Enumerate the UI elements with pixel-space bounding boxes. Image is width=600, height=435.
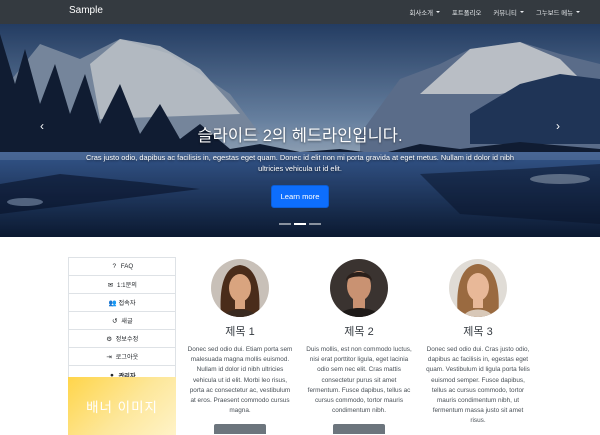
view-details-button[interactable]	[333, 424, 385, 435]
sidebar-item-label: 1:1문의	[117, 282, 137, 289]
users-icon: 👥	[108, 299, 117, 307]
view-details-button[interactable]	[214, 424, 266, 435]
nav-item-label: 회사소개	[409, 9, 433, 17]
sidebar-item-label: FAQ	[120, 263, 134, 270]
avatar-image-3	[449, 259, 507, 317]
gear-icon: ⚙	[106, 335, 113, 343]
avatar	[449, 259, 507, 317]
comments-icon: ✉	[107, 281, 114, 289]
sidebar-item-label: 접속자	[118, 300, 136, 307]
banner-image[interactable]: 배너 이미지	[68, 377, 176, 435]
sidebar-item-new-posts[interactable]: ↺ 새글	[69, 312, 175, 330]
navbar: Sample 회사소개 포트폴리오 커뮤니티 그누보드 메뉴	[0, 0, 600, 24]
question-icon: ?	[112, 263, 117, 270]
caret-down-icon	[576, 11, 580, 13]
feature-title: 제목 3	[463, 326, 493, 338]
caret-down-icon	[436, 11, 440, 13]
nav-item-label: 그누보드 메뉴	[535, 9, 573, 17]
carousel-indicator[interactable]	[279, 223, 291, 225]
feature-text: Donec sed odio dui. Cras justo odio, dap…	[426, 346, 530, 425]
nav-item-community[interactable]: 커뮤니티	[493, 8, 524, 17]
hero-carousel: ‹ › 슬라이드 2의 헤드라인입니다. Cras justo odio, da…	[0, 24, 600, 237]
feature-column: 제목 1 Donec sed odio dui. Etiam porta sem…	[181, 259, 299, 435]
history-icon: ↺	[112, 317, 118, 325]
feature-title: 제목 1	[225, 326, 255, 338]
sidebar-item-label: 새글	[121, 318, 133, 325]
sidebar-item-inquiry[interactable]: ✉ 1:1문의	[69, 276, 175, 294]
nav-item-portfolio[interactable]: 포트폴리오	[452, 8, 481, 17]
feature-column: 제목 3 Donec sed odio dui. Cras justo odio…	[419, 259, 537, 427]
sidebar-item-logout[interactable]: ⇥ 로그아웃	[69, 348, 175, 366]
carousel-caption: 슬라이드 2의 헤드라인입니다. Cras justo odio, dapibu…	[80, 122, 520, 208]
sidebar-item-label: 정보수정	[115, 336, 139, 343]
carousel-next-button[interactable]: ›	[556, 120, 560, 132]
sign-out-icon: ⇥	[106, 353, 112, 361]
avatar-image-2	[330, 259, 388, 317]
carousel-indicators	[279, 223, 321, 225]
sidebar-item-visitors[interactable]: 👥 접속자	[69, 294, 175, 312]
caret-down-icon	[519, 11, 524, 13]
nav-item-gnuboard[interactable]: 그누보드 메뉴	[536, 8, 580, 17]
nav-item-label: 포트폴리오	[452, 9, 482, 17]
feature-title: 제목 2	[344, 326, 374, 338]
feature-column: 제목 2 Duis mollis, est non commodo luctus…	[300, 259, 418, 435]
avatar	[211, 259, 269, 317]
carousel-indicator[interactable]	[309, 223, 321, 225]
carousel-heading: 슬라이드 2의 헤드라인입니다.	[197, 127, 403, 145]
carousel-indicator-active[interactable]	[294, 223, 306, 225]
nav-item-label: 커뮤니티	[493, 9, 517, 17]
feature-text: Duis mollis, est non commodo luctus, nis…	[306, 346, 412, 415]
carousel-text: Cras justo odio, dapibus ac facilisis in…	[85, 153, 515, 173]
carousel-prev-button[interactable]: ‹	[40, 120, 44, 132]
feature-text: Donec sed odio dui. Etiam porta sem male…	[187, 346, 293, 415]
sidebar-item-edit-profile[interactable]: ⚙ 정보수정	[69, 330, 175, 348]
avatar-image-1	[211, 259, 269, 317]
learn-more-button[interactable]: Learn more	[270, 185, 330, 208]
sidebar-menu: ? FAQ ✉ 1:1문의 👥 접속자 ↺ 새글 ⚙ 정보수정 ⇥ 로그아웃 ●…	[68, 257, 176, 385]
sidebar-item-faq[interactable]: ? FAQ	[69, 258, 175, 276]
nav-item-company[interactable]: 회사소개	[409, 8, 440, 17]
sidebar-item-label: 로그아웃	[115, 354, 139, 361]
nav-menu: 회사소개 포트폴리오 커뮤니티 그누보드 메뉴	[409, 0, 580, 24]
avatar	[330, 259, 388, 317]
brand-logo[interactable]: Sample	[69, 5, 103, 16]
